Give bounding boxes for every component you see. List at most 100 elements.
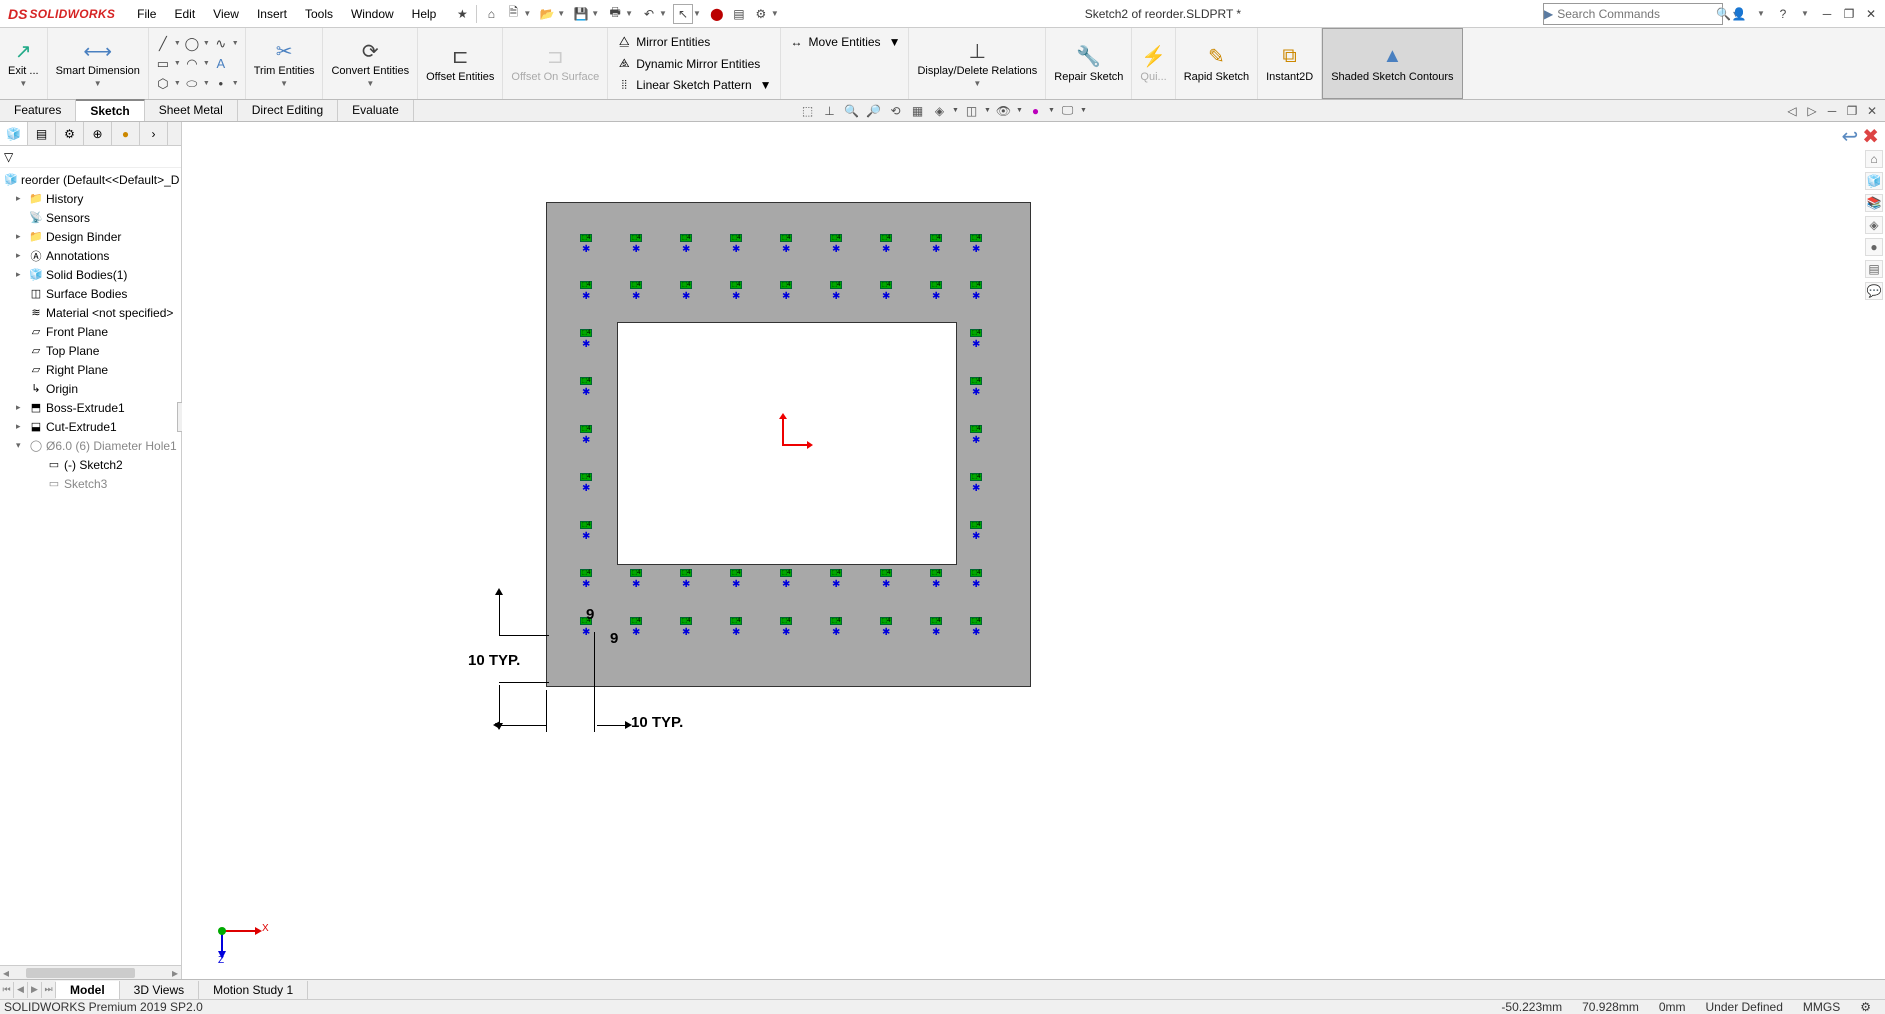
tree-item[interactable]: ▸📁Design Binder	[0, 227, 181, 246]
sketch-point[interactable]: ⬚4✱	[830, 617, 844, 635]
tab-evaluate[interactable]: Evaluate	[338, 100, 414, 121]
tree-item[interactable]: ↳Origin	[0, 379, 181, 398]
sketch-point[interactable]: ⬚4✱	[730, 234, 744, 252]
tree-tab-config[interactable]: ⚙	[56, 122, 84, 145]
tree-item[interactable]: ▸⬓Cut-Extrude1	[0, 417, 181, 436]
status-units[interactable]: MMGS	[1793, 1000, 1850, 1014]
prev-view-icon[interactable]: ⟲	[886, 102, 906, 120]
window-max-icon[interactable]: ❐	[1843, 103, 1861, 119]
text-icon[interactable]: A	[213, 56, 229, 72]
menu-help[interactable]: Help	[404, 3, 445, 25]
offset-entities-button[interactable]: ⊏ Offset Entities	[418, 28, 503, 99]
sketch-point[interactable]: ⬚4✱	[630, 281, 644, 299]
minimize-icon[interactable]: ─	[1817, 4, 1837, 24]
sketch-point[interactable]: ⬚4✱	[830, 569, 844, 587]
tree-item[interactable]: ▭(-) Sketch2	[0, 455, 181, 474]
sketch-point[interactable]: ⬚4✱	[780, 281, 794, 299]
tree-item[interactable]: ▱Front Plane	[0, 322, 181, 341]
tree-item[interactable]: ≋Material <not specified>	[0, 303, 181, 322]
sketch-point[interactable]: ⬚4✱	[680, 281, 694, 299]
rect-icon[interactable]: ▭	[155, 56, 171, 72]
tab-sheet-metal[interactable]: Sheet Metal	[145, 100, 238, 121]
display-style-icon[interactable]: ◫	[962, 102, 982, 120]
shaded-contours-button[interactable]: ▲ Shaded Sketch Contours	[1322, 28, 1462, 99]
sketch-point[interactable]: ⬚4✱	[580, 281, 594, 299]
bottom-nav-first[interactable]: ⏮	[0, 982, 14, 998]
tree-item[interactable]: ◫Surface Bodies	[0, 284, 181, 303]
tree-tab-property[interactable]: ▤	[28, 122, 56, 145]
appearance-icon[interactable]: ●	[1026, 102, 1046, 120]
sketch-point[interactable]: ⬚4✱	[880, 617, 894, 635]
ellipse-icon[interactable]: ⬭	[184, 76, 200, 92]
window-close-icon[interactable]: ✕	[1863, 103, 1881, 119]
menu-edit[interactable]: Edit	[166, 3, 203, 25]
sketch-point[interactable]: ⬚4✱	[780, 234, 794, 252]
menu-tools[interactable]: Tools	[297, 3, 341, 25]
taskpane-home-icon[interactable]: ⌂	[1865, 150, 1883, 168]
sketch-point[interactable]: ⬚4✱	[930, 617, 944, 635]
sketch-point[interactable]: ⬚4✱	[930, 569, 944, 587]
restore-icon[interactable]: ❐	[1839, 4, 1859, 24]
polygon-icon[interactable]: ⬡	[155, 76, 171, 92]
view-cube-icon[interactable]: ⬚	[798, 102, 818, 120]
sketch-point[interactable]: ⬚4✱	[580, 329, 594, 347]
sketch-point[interactable]: ⬚4✱	[970, 617, 984, 635]
sketch-point[interactable]: ⬚4✱	[630, 617, 644, 635]
star-icon[interactable]: ★	[452, 4, 472, 24]
tree-item[interactable]: ▱Right Plane	[0, 360, 181, 379]
bottom-nav-next[interactable]: ▶	[28, 982, 42, 998]
sketch-point[interactable]: ⬚4✱	[970, 329, 984, 347]
tree-item[interactable]: ▸🧊Solid Bodies(1)	[0, 265, 181, 284]
tree-root[interactable]: 🧊reorder (Default<<Default>_D	[0, 170, 181, 189]
sketch-point[interactable]: ⬚4✱	[580, 377, 594, 395]
tab-direct-editing[interactable]: Direct Editing	[238, 100, 338, 121]
smart-dimension-button[interactable]: ⟷ Smart Dimension ▼	[48, 28, 149, 99]
sketch-point[interactable]: ⬚4✱	[780, 617, 794, 635]
point-icon[interactable]: •	[213, 76, 229, 92]
orbit-icon[interactable]: ⊥	[820, 102, 840, 120]
section-icon[interactable]: ▦	[908, 102, 928, 120]
menu-view[interactable]: View	[205, 3, 247, 25]
mirror-icon[interactable]: ⧋	[616, 34, 632, 50]
display-delete-relations-button[interactable]: ⊥ Display/Delete Relations ▼	[909, 28, 1046, 99]
sketch-point[interactable]: ⬚4✱	[730, 569, 744, 587]
view-orient-icon[interactable]: ◈	[930, 102, 950, 120]
window-next-icon[interactable]: ▷	[1803, 103, 1821, 119]
close-icon[interactable]: ✕	[1861, 4, 1881, 24]
tree-tab-dim[interactable]: ⊕	[84, 122, 112, 145]
dim-10typ-v[interactable]: 10 TYP.	[468, 652, 520, 669]
tab-features[interactable]: Features	[0, 100, 76, 121]
sketch-point[interactable]: ⬚4✱	[970, 521, 984, 539]
bottom-nav-prev[interactable]: ◀	[14, 982, 28, 998]
window-min-icon[interactable]: ─	[1823, 103, 1841, 119]
repair-sketch-button[interactable]: 🔧 Repair Sketch	[1046, 28, 1132, 99]
taskpane-appear-icon[interactable]: ●	[1865, 238, 1883, 256]
sketch-point[interactable]: ⬚4✱	[970, 281, 984, 299]
dim-9b[interactable]: 9	[610, 630, 618, 647]
dim-9a[interactable]: 9	[586, 606, 594, 623]
taskpane-forum-icon[interactable]: 💬	[1865, 282, 1883, 300]
sketch-point[interactable]: ⬚4✱	[580, 521, 594, 539]
search-commands[interactable]: ▶ 🔍 ▼	[1543, 3, 1723, 25]
tree-item[interactable]: ▱Top Plane	[0, 341, 181, 360]
confirm-sketch-icon[interactable]: ↩	[1841, 124, 1858, 149]
sketch-point[interactable]: ⬚4✱	[630, 569, 644, 587]
tree-item[interactable]: ▾◯Ø6.0 (6) Diameter Hole1	[0, 436, 181, 455]
taskpane-prop-icon[interactable]: ▤	[1865, 260, 1883, 278]
open-icon[interactable]: 📂	[537, 4, 557, 24]
circle-icon[interactable]: ◯	[184, 36, 200, 52]
sketch-point[interactable]: ⬚4✱	[970, 473, 984, 491]
sketch-point[interactable]: ⬚4✱	[970, 234, 984, 252]
sketch-point[interactable]: ⬚4✱	[970, 377, 984, 395]
tree-tab-more[interactable]: ›	[140, 122, 168, 145]
sketch-point[interactable]: ⬚4✱	[780, 569, 794, 587]
select-icon[interactable]: ↖	[673, 4, 693, 24]
spline-icon[interactable]: ∿	[213, 36, 229, 52]
line-icon[interactable]: ╱	[155, 36, 171, 52]
status-gear-icon[interactable]: ⚙	[1850, 1000, 1881, 1014]
sketch-point[interactable]: ⬚4✱	[630, 234, 644, 252]
user-icon[interactable]: 👤	[1729, 4, 1749, 24]
dim-10typ-h[interactable]: 10 TYP.	[631, 714, 683, 731]
tree-tab-feature[interactable]: 🧊	[0, 122, 28, 145]
cancel-sketch-icon[interactable]: ✖	[1862, 124, 1879, 149]
